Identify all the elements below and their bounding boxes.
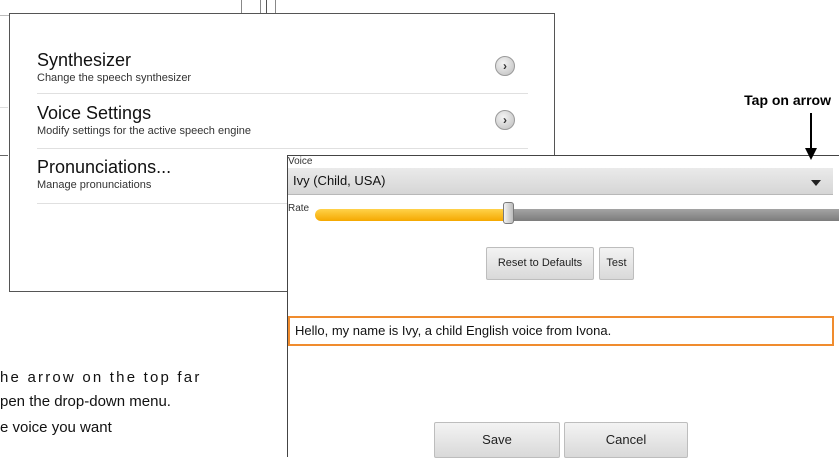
instruction-line-3: e voice you want [0, 419, 112, 436]
rate-label: Rate [288, 203, 310, 214]
rate-slider-fill[interactable] [315, 209, 510, 221]
background-checkbox [241, 0, 261, 14]
background-scrollbar [266, 0, 271, 14]
reset-to-defaults-button[interactable]: Reset to Defaults [486, 247, 594, 280]
rate-slider-thumb[interactable] [503, 202, 515, 224]
test-text-input[interactable]: Hello, my name is Ivy, a child English v… [288, 316, 834, 346]
pointer-arrow-shaft [810, 113, 812, 152]
settings-item-voice-settings[interactable]: Voice Settings Modify settings for the a… [37, 103, 537, 138]
settings-item-title: Voice Settings [37, 103, 152, 123]
background-divider [0, 155, 8, 156]
instruction-line-2: pen the drop-down menu. [0, 393, 171, 410]
item-divider [37, 93, 528, 94]
rate-slider-track[interactable] [509, 209, 839, 221]
background-divider [0, 107, 8, 108]
item-divider [37, 148, 528, 149]
test-button[interactable]: Test [599, 247, 634, 280]
settings-item-subtitle: Change the speech synthesizer [37, 72, 192, 84]
chevron-right-icon[interactable]: › [495, 110, 515, 130]
settings-item-title: Synthesizer [37, 50, 132, 70]
voice-dropdown[interactable]: Ivy (Child, USA) [288, 168, 833, 195]
pointer-arrow-head-icon [805, 148, 817, 160]
voice-dropdown-value: Ivy (Child, USA) [293, 173, 386, 188]
save-button[interactable]: Save [434, 422, 560, 458]
voice-settings-dialog: Voice Ivy (Child, USA) Rate Reset to Def… [287, 155, 839, 458]
chevron-right-icon[interactable]: › [495, 56, 515, 76]
tap-on-arrow-annotation: Tap on arrow [744, 92, 831, 108]
settings-item-subtitle: Modify settings for the active speech en… [37, 125, 252, 137]
dropdown-arrow-icon[interactable] [811, 180, 821, 186]
instruction-line-1: he arrow on the top far [0, 369, 202, 386]
voice-label: Voice [288, 156, 313, 167]
cancel-button[interactable]: Cancel [564, 422, 688, 458]
settings-item-synthesizer[interactable]: Synthesizer Change the speech synthesize… [37, 50, 537, 85]
